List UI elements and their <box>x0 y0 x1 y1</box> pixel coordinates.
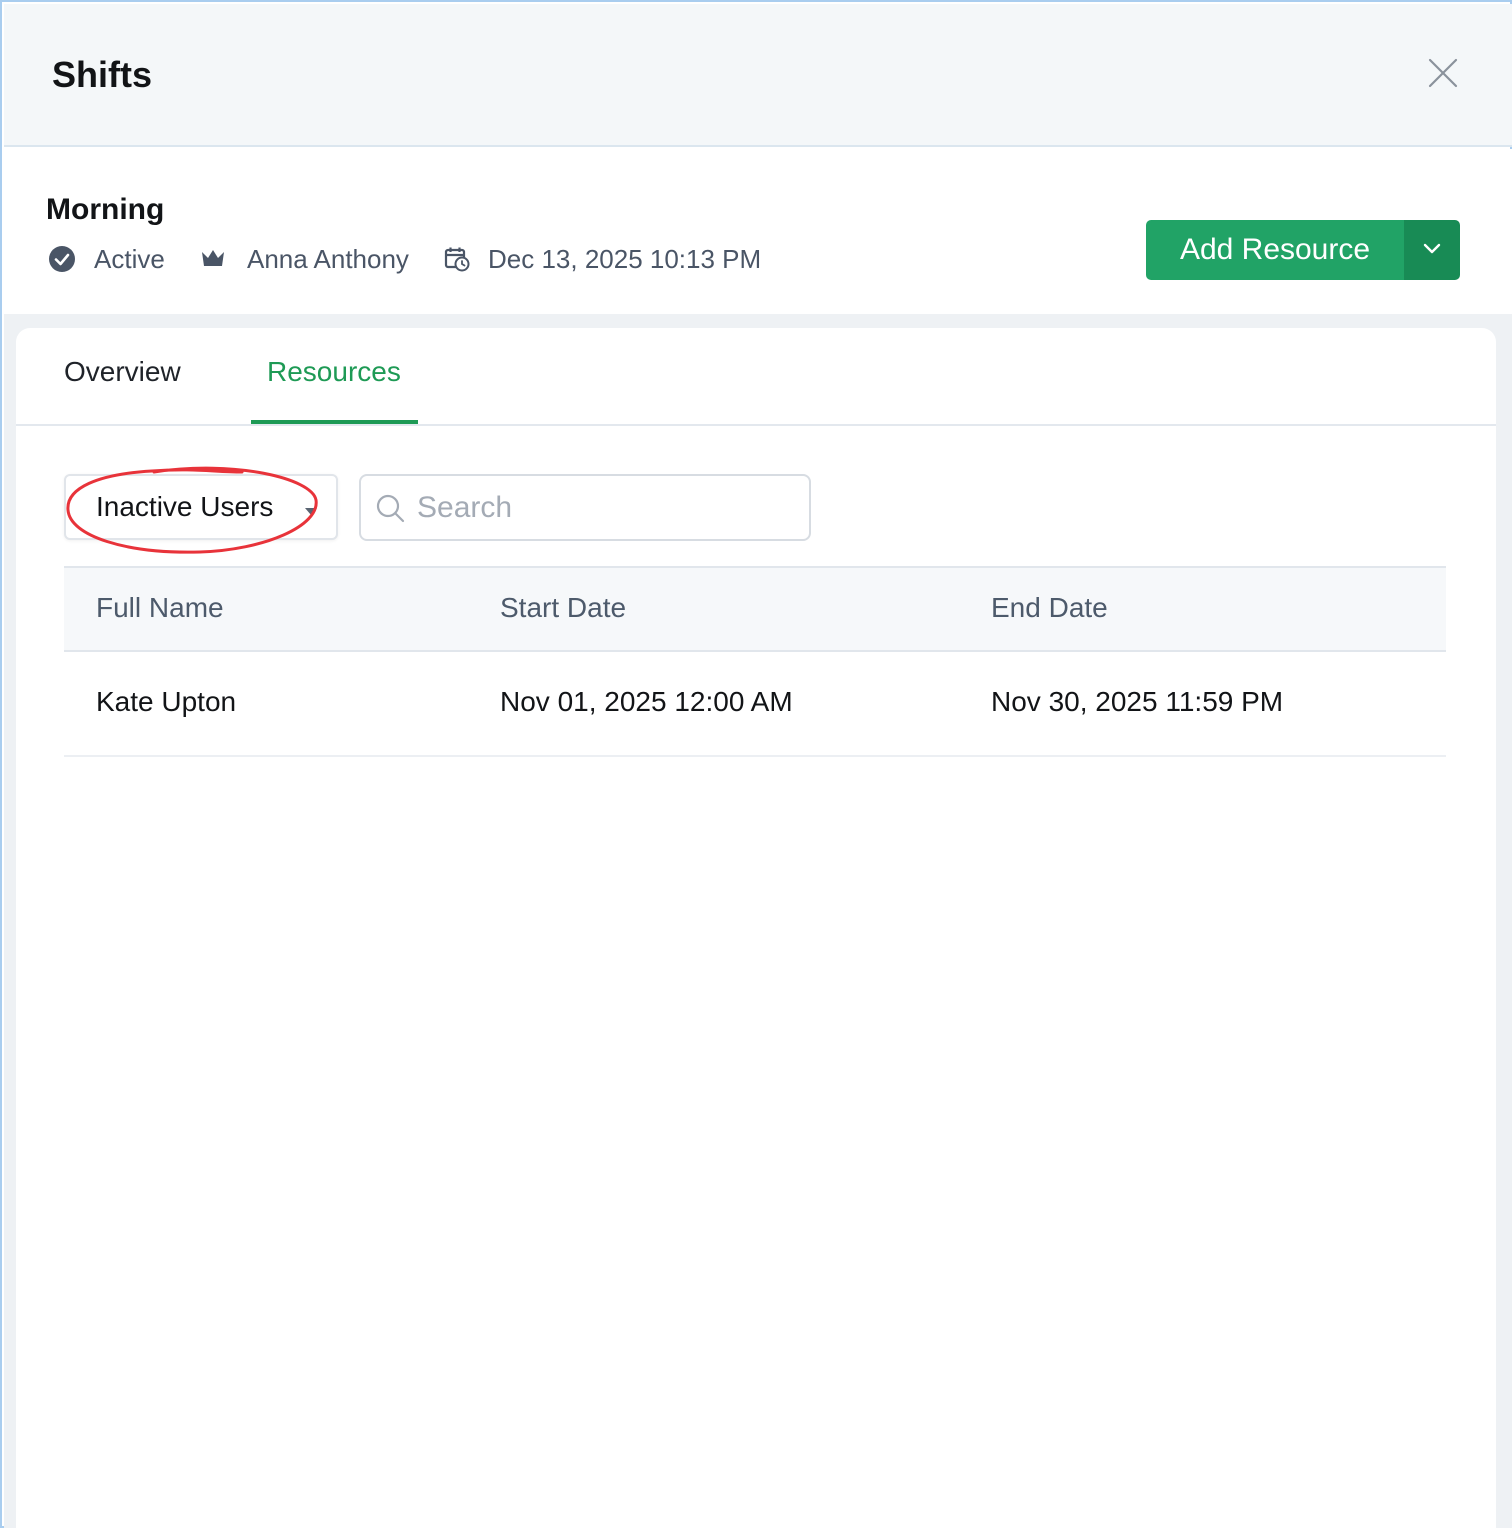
user-filter-value: Inactive Users <box>96 491 274 522</box>
table-header: Full Name Start Date End Date <box>64 566 1446 652</box>
resources-panel: Overview Resources Inactive Users Search… <box>16 328 1496 1528</box>
cell-end-date: Nov 30, 2025 11:59 PM <box>991 686 1284 717</box>
shift-name: Morning <box>46 193 165 226</box>
shift-datetime: Dec 13, 2025 10:13 PM <box>488 243 762 274</box>
tab-bar: Overview Resources <box>16 328 1496 426</box>
datetime-meta: Dec 13, 2025 10:13 PM <box>444 243 761 275</box>
add-resource-button-group: Add Resource <box>1146 220 1460 280</box>
status-text: Active <box>94 243 165 274</box>
add-resource-menu-button[interactable] <box>1404 220 1460 280</box>
resources-table: Full Name Start Date End Date Kate Upton… <box>64 566 1446 757</box>
active-tab-indicator <box>251 420 418 424</box>
chevron-down-icon <box>1422 241 1442 260</box>
tab-overview[interactable]: Overview <box>64 356 181 388</box>
status-meta: Active <box>48 243 165 275</box>
calendar-clock-icon <box>444 246 470 272</box>
add-resource-button[interactable]: Add Resource <box>1146 220 1404 280</box>
dialog-header: Shifts <box>4 4 1512 147</box>
search-box <box>359 474 811 541</box>
tab-resources[interactable]: Resources <box>267 356 401 388</box>
shift-info-bar: Morning Active Anna Anthony Dec 13, 2025… <box>4 149 1512 314</box>
crown-icon <box>200 248 226 270</box>
close-icon[interactable] <box>1424 54 1462 92</box>
column-header-full-name[interactable]: Full Name <box>96 592 224 624</box>
owner-meta: Anna Anthony <box>200 243 409 275</box>
search-input[interactable] <box>417 486 797 530</box>
caret-down-icon <box>304 504 318 522</box>
owner-name: Anna Anthony <box>247 243 409 274</box>
user-filter-dropdown[interactable]: Inactive Users <box>64 474 338 540</box>
search-icon <box>375 493 407 530</box>
check-circle-icon <box>48 245 76 273</box>
cell-start-date: Nov 01, 2025 12:00 AM <box>500 686 793 717</box>
table-row[interactable]: Kate Upton Nov 01, 2025 12:00 AM Nov 30,… <box>64 652 1446 757</box>
content-area: Overview Resources Inactive Users Search… <box>4 314 1512 1528</box>
dialog-title: Shifts <box>52 54 153 95</box>
column-header-start-date[interactable]: Start Date <box>500 592 626 624</box>
shifts-dialog: Shifts Morning Active Anna Anthony Dec 1… <box>0 0 1512 1528</box>
cell-full-name: Kate Upton <box>96 686 237 717</box>
column-header-end-date[interactable]: End Date <box>991 592 1108 624</box>
